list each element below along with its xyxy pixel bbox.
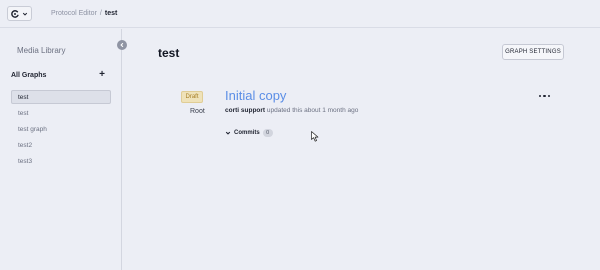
version-title-link[interactable]: Initial copy — [225, 88, 286, 103]
updated-text: updated this about 1 month ago — [266, 107, 359, 114]
sidebar: Media Library All Graphs + test test tes… — [0, 29, 122, 270]
more-options-button[interactable] — [539, 93, 550, 99]
graph-list-item[interactable]: test2 — [11, 138, 111, 152]
breadcrumb-parent-link[interactable]: Protocol Editor — [51, 10, 97, 17]
page-title: test — [158, 46, 180, 60]
app-switcher-button[interactable] — [7, 6, 32, 21]
chevron-down-icon — [22, 12, 28, 16]
chevron-down-icon — [225, 131, 231, 135]
graph-list-item[interactable]: test — [11, 106, 111, 120]
version-meta: corti support updated this about 1 month… — [225, 107, 358, 114]
add-graph-button[interactable]: + — [98, 70, 106, 80]
commits-count-badge: 0 — [262, 129, 273, 137]
author-name: corti support — [225, 107, 266, 114]
graph-settings-button[interactable]: GRAPH SETTINGS — [502, 44, 564, 60]
more-horizontal-icon-dot — [543, 94, 546, 98]
more-horizontal-icon — [539, 94, 542, 98]
commits-toggle[interactable]: Commits 0 — [225, 128, 273, 138]
breadcrumb: Protocol Editor / test — [51, 10, 117, 17]
status-badge: Draft — [181, 91, 203, 103]
graph-list-item[interactable]: test3 — [11, 154, 111, 168]
collapse-sidebar-button[interactable] — [117, 40, 127, 50]
mouse-cursor-icon — [311, 131, 319, 142]
branch-label: Root — [190, 108, 205, 115]
media-library-link[interactable]: Media Library — [17, 46, 65, 55]
graph-list: test test test graph test2 test3 — [11, 90, 111, 170]
logo-icon — [11, 9, 19, 18]
graph-list-item[interactable]: test — [11, 90, 111, 104]
commits-label: Commits — [234, 130, 260, 136]
graph-list-item[interactable]: test graph — [11, 122, 111, 136]
top-bar: Protocol Editor / test — [0, 0, 600, 28]
more-horizontal-icon-dot — [547, 94, 550, 98]
breadcrumb-current: test — [104, 10, 118, 17]
breadcrumb-separator: / — [99, 10, 102, 17]
chevron-left-icon — [120, 42, 124, 48]
all-graphs-heading: All Graphs — [11, 72, 47, 79]
